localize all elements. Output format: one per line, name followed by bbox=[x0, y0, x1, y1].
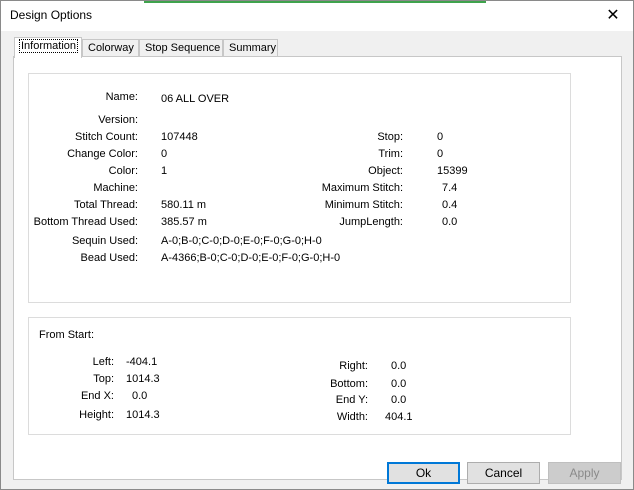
bottom-value: 0.0 bbox=[391, 378, 407, 390]
from-start-group: From Start: Left: -404.1 Top: 1014.3 End… bbox=[28, 317, 571, 435]
ok-button[interactable]: Ok bbox=[387, 462, 460, 484]
design-info-group: Name: 06 ALL OVER Version: Stitch Count:… bbox=[28, 73, 571, 303]
total-thread-value: 580.11 m bbox=[161, 199, 207, 211]
top-value: 1014.3 bbox=[126, 373, 160, 385]
minimum-stitch-label: Minimum Stitch: bbox=[324, 199, 403, 211]
window-title: Design Options bbox=[10, 8, 93, 22]
name-label: Name: bbox=[105, 91, 138, 103]
color-value: 1 bbox=[161, 165, 168, 177]
stop-value: 0 bbox=[437, 131, 444, 143]
title-bar: Design Options ✕ bbox=[1, 1, 633, 31]
height-label: Height: bbox=[79, 409, 114, 421]
title-accent-strip bbox=[144, 1, 486, 3]
maximum-stitch-value: 7.4 bbox=[442, 182, 458, 194]
cancel-button[interactable]: Cancel bbox=[467, 462, 540, 484]
apply-button[interactable]: Apply bbox=[548, 462, 621, 484]
tab-information[interactable]: Information bbox=[14, 37, 82, 58]
stop-label: Stop: bbox=[377, 131, 403, 143]
from-start-heading: From Start: bbox=[39, 329, 95, 341]
tab-colorway-label: Colorway bbox=[88, 42, 134, 54]
left-label: Left: bbox=[92, 356, 114, 368]
color-label: Color: bbox=[108, 165, 138, 177]
jump-length-value: 0.0 bbox=[442, 216, 458, 228]
trim-value: 0 bbox=[437, 148, 444, 160]
machine-label: Machine: bbox=[93, 182, 138, 194]
version-label: Version: bbox=[98, 114, 138, 126]
bead-used-label: Bead Used: bbox=[80, 252, 138, 264]
end-y-label: End Y: bbox=[335, 394, 368, 406]
change-color-value: 0 bbox=[161, 148, 168, 160]
object-label: Object: bbox=[368, 165, 403, 177]
jump-length-label: JumpLength: bbox=[339, 216, 403, 228]
tab-information-label: Information bbox=[18, 39, 79, 53]
close-icon[interactable]: ✕ bbox=[603, 6, 623, 26]
change-color-label: Change Color: bbox=[67, 148, 138, 160]
bead-used-value: A-4366;B-0;C-0;D-0;E-0;F-0;G-0;H-0 bbox=[161, 252, 341, 264]
bottom-thread-value: 385.57 m bbox=[161, 216, 207, 228]
right-value: 0.0 bbox=[391, 360, 407, 372]
stitch-count-value: 107448 bbox=[161, 131, 198, 143]
tab-stop-sequence[interactable]: Stop Sequence bbox=[139, 39, 223, 56]
tab-summary-label: Summary bbox=[229, 42, 277, 54]
end-x-value: 0.0 bbox=[132, 390, 148, 402]
tab-summary[interactable]: Summary bbox=[223, 39, 278, 56]
sequin-used-label: Sequin Used: bbox=[71, 235, 138, 247]
name-value: 06 ALL OVER bbox=[161, 93, 230, 105]
information-panel: Name: 06 ALL OVER Version: Stitch Count:… bbox=[13, 56, 622, 480]
stitch-count-label: Stitch Count: bbox=[75, 131, 138, 143]
tab-colorway[interactable]: Colorway bbox=[82, 39, 139, 56]
top-label: Top: bbox=[93, 373, 114, 385]
width-label: Width: bbox=[336, 411, 368, 423]
bottom-label: Bottom: bbox=[330, 378, 368, 390]
minimum-stitch-value: 0.4 bbox=[442, 199, 458, 211]
dialog-client-area: Information Colorway Stop Sequence Summa… bbox=[1, 31, 633, 489]
total-thread-label: Total Thread: bbox=[73, 199, 138, 211]
end-x-label: End X: bbox=[80, 390, 114, 402]
bottom-thread-label: Bottom Thread Used: bbox=[33, 216, 138, 228]
design-options-dialog: Design Options ✕ Information Colorway St… bbox=[0, 0, 634, 490]
trim-label: Trim: bbox=[378, 148, 403, 160]
height-value: 1014.3 bbox=[126, 409, 160, 421]
sequin-used-value: A-0;B-0;C-0;D-0;E-0;F-0;G-0;H-0 bbox=[161, 235, 322, 247]
width-value: 404.1 bbox=[385, 411, 413, 423]
end-y-value: 0.0 bbox=[391, 394, 407, 406]
left-value: -404.1 bbox=[126, 356, 158, 368]
maximum-stitch-label: Maximum Stitch: bbox=[321, 182, 403, 194]
tab-stop-sequence-label: Stop Sequence bbox=[145, 42, 221, 54]
object-value: 15399 bbox=[437, 165, 468, 177]
right-label: Right: bbox=[339, 360, 368, 372]
